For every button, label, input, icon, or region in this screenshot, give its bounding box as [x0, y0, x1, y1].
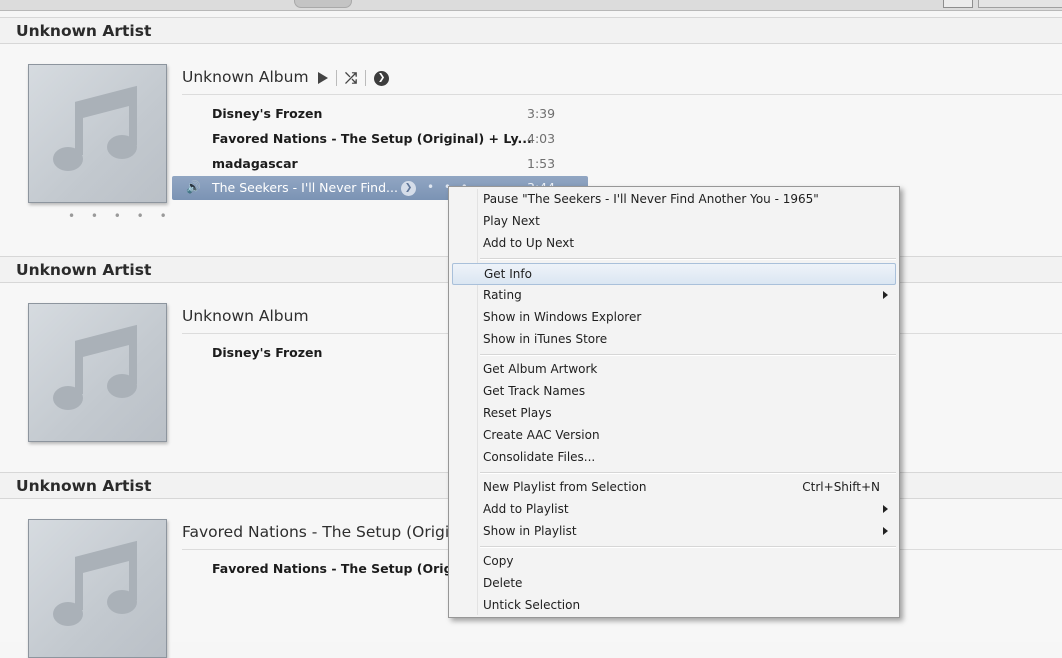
menu-item-label: Untick Selection — [483, 598, 581, 612]
speaker-icon: 🔊 — [186, 180, 201, 194]
track-title[interactable]: Favored Nations - The Setup (Original) — [212, 561, 484, 576]
menu-item-label: Get Info — [484, 267, 532, 281]
toolbar-button[interactable] — [978, 0, 1062, 8]
menu-item-reset-plays[interactable]: Reset Plays — [452, 403, 896, 425]
view-toggle-button[interactable] — [943, 0, 973, 8]
music-note-icon — [53, 324, 137, 410]
divider — [336, 70, 337, 86]
submenu-arrow-icon — [883, 291, 888, 299]
pagination-dots[interactable]: • • • • • — [68, 209, 173, 223]
album-artwork[interactable] — [28, 64, 167, 203]
track-title[interactable]: Disney's Frozen — [212, 106, 322, 121]
menu-item-add-to-up-next[interactable]: Add to Up Next — [452, 233, 896, 255]
menu-item-get-album-artwork[interactable]: Get Album Artwork — [452, 359, 896, 381]
menu-item-copy[interactable]: Copy — [452, 551, 896, 573]
album-controls: ⤮ ❯ — [318, 70, 390, 86]
top-toolbar — [0, 0, 1062, 11]
menu-item-label: New Playlist from Selection — [483, 480, 647, 494]
menu-item-play-next[interactable]: Play Next — [452, 211, 896, 233]
menu-item-get-info[interactable]: Get Info — [452, 263, 896, 285]
chevron-right-icon[interactable]: ❯ — [401, 181, 416, 196]
menu-item-label: Pause "The Seekers - I'll Never Find Ano… — [483, 192, 819, 206]
divider — [182, 94, 1062, 95]
play-icon[interactable] — [318, 72, 328, 84]
menu-item-delete[interactable]: Delete — [452, 573, 896, 595]
track-title[interactable]: Disney's Frozen — [212, 345, 322, 360]
menu-item-label: Reset Plays — [483, 406, 552, 420]
menu-item-show-in-itunes-store[interactable]: Show in iTunes Store — [452, 329, 896, 351]
music-note-icon — [53, 540, 137, 626]
menu-item-label: Show in Playlist — [483, 524, 577, 538]
menu-item-create-aac-version[interactable]: Create AAC Version — [452, 425, 896, 447]
artist-name: Unknown Artist — [16, 477, 152, 495]
album-title[interactable]: Unknown Album — [182, 68, 309, 86]
track-duration: 4:03 — [527, 131, 556, 146]
menu-separator — [480, 354, 896, 356]
menu-item-label: Add to Up Next — [483, 236, 575, 250]
menu-item-label: Get Album Artwork — [483, 362, 598, 376]
menu-item-label: Show in iTunes Store — [483, 332, 608, 346]
menu-item-get-track-names[interactable]: Get Track Names — [452, 381, 896, 403]
context-menu: Pause "The Seekers - I'll Never Find Ano… — [448, 186, 900, 618]
artist-name: Unknown Artist — [16, 261, 152, 279]
menu-item-label: Create AAC Version — [483, 428, 600, 442]
album-artwork[interactable] — [28, 519, 167, 658]
track-duration: 3:39 — [527, 106, 556, 121]
track-title[interactable]: The Seekers - I'll Never Find... — [212, 180, 398, 195]
album-title[interactable]: Unknown Album — [182, 307, 309, 325]
album-title[interactable]: Favored Nations - The Setup (Original — [182, 523, 473, 541]
divider — [365, 70, 367, 86]
submenu-arrow-icon — [883, 505, 888, 513]
album-artwork[interactable] — [28, 303, 167, 442]
menu-item-new-playlist-from-selection[interactable]: New Playlist from Selection Ctrl+Shift+N — [452, 477, 896, 499]
track-title[interactable]: madagascar — [212, 156, 298, 171]
menu-separator — [480, 546, 896, 548]
active-view-tab[interactable] — [294, 0, 352, 8]
menu-item-label: Delete — [483, 576, 523, 590]
menu-item-label: Show in Windows Explorer — [483, 310, 642, 324]
menu-item-label: Copy — [483, 554, 514, 568]
shuffle-icon[interactable]: ⤮ — [345, 70, 357, 86]
menu-item-shortcut: Ctrl+Shift+N — [802, 480, 880, 494]
track-title[interactable]: Favored Nations - The Setup (Original) +… — [212, 131, 532, 146]
menu-item-rating[interactable]: Rating — [452, 285, 896, 307]
menu-item-show-in-playlist[interactable]: Show in Playlist — [452, 521, 896, 543]
menu-separator — [480, 472, 896, 474]
menu-item-label: Rating — [483, 288, 522, 302]
artist-name: Unknown Artist — [16, 22, 152, 40]
menu-item-label: Get Track Names — [483, 384, 586, 398]
music-note-icon — [53, 85, 137, 171]
menu-item-pause[interactable]: Pause "The Seekers - I'll Never Find Ano… — [452, 189, 896, 211]
menu-item-label: Consolidate Files... — [483, 450, 596, 464]
artist-header: Unknown Artist — [0, 17, 1062, 44]
menu-item-label: Add to Playlist — [483, 502, 569, 516]
menu-item-show-in-windows-explorer[interactable]: Show in Windows Explorer — [452, 307, 896, 329]
menu-item-untick-selection[interactable]: Untick Selection — [452, 595, 896, 617]
menu-item-consolidate-files[interactable]: Consolidate Files... — [452, 447, 896, 469]
menu-item-add-to-playlist[interactable]: Add to Playlist — [452, 499, 896, 521]
submenu-arrow-icon — [883, 527, 888, 535]
track-duration: 1:53 — [527, 156, 556, 171]
chevron-right-icon[interactable]: ❯ — [374, 70, 390, 86]
menu-item-label: Play Next — [483, 214, 540, 228]
menu-separator — [480, 258, 896, 260]
